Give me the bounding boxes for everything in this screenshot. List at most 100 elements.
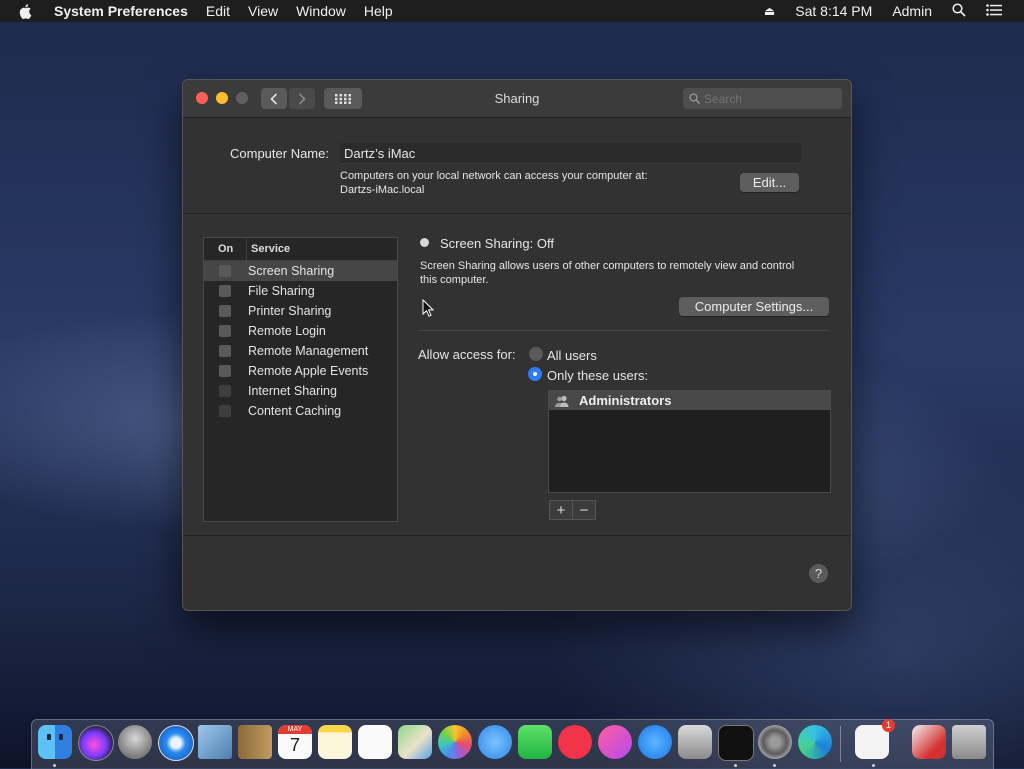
services-list-header: On Service xyxy=(204,238,397,261)
notification-center-icon[interactable] xyxy=(986,3,1002,19)
header-divider xyxy=(246,238,247,260)
service-row-remote-management[interactable]: Remote Management xyxy=(204,341,397,361)
description-line2: this computer. xyxy=(420,274,489,286)
add-user-button[interactable]: + xyxy=(549,500,573,520)
menu-window[interactable]: Window xyxy=(296,3,346,19)
service-row-internet-sharing[interactable]: Internet Sharing xyxy=(204,381,397,401)
microsoft-edge-icon[interactable] xyxy=(798,725,832,759)
service-label: Remote Management xyxy=(248,344,369,358)
search-field[interactable] xyxy=(683,88,842,109)
service-row-remote-login[interactable]: Remote Login xyxy=(204,321,397,341)
top-divider xyxy=(183,213,851,214)
system-preferences-icon[interactable] xyxy=(758,725,792,759)
notification-badge: 1 xyxy=(882,719,895,732)
header-service: Service xyxy=(251,243,291,255)
computer-name-label: Computer Name: xyxy=(230,146,329,161)
service-checkbox[interactable] xyxy=(219,405,231,417)
eject-icon[interactable]: ⏏ xyxy=(764,4,775,18)
spotlight-search-icon[interactable] xyxy=(952,2,966,20)
header-on: On xyxy=(218,243,234,255)
messages-icon[interactable] xyxy=(478,725,512,759)
dock-separator xyxy=(840,726,841,762)
user-label: Administrators xyxy=(579,393,672,408)
acrobat-icon[interactable] xyxy=(912,725,946,759)
calendar-month: MAY xyxy=(278,725,312,734)
service-label: Internet Sharing xyxy=(248,384,337,398)
remove-user-button[interactable]: − xyxy=(572,500,596,520)
maps-icon[interactable] xyxy=(398,725,432,759)
description-line1: Screen Sharing allows users of other com… xyxy=(420,260,795,272)
calendar-icon[interactable]: MAY 7 xyxy=(278,725,312,759)
search-input[interactable] xyxy=(700,91,804,106)
service-label: Content Caching xyxy=(248,404,342,418)
services-list[interactable]: On Service Screen Sharing File Sharing P… xyxy=(203,237,398,522)
service-row-file-sharing[interactable]: File Sharing xyxy=(204,281,397,301)
title-bar[interactable]: Sharing xyxy=(183,80,851,118)
trash-icon[interactable] xyxy=(952,725,986,759)
service-checkbox[interactable] xyxy=(219,285,231,297)
users-list[interactable]: Administrators xyxy=(548,390,831,493)
finder-icon[interactable] xyxy=(38,725,72,759)
reminders-icon[interactable] xyxy=(358,725,392,759)
list-item-administrators[interactable]: Administrators xyxy=(549,391,830,410)
service-row-content-caching[interactable]: Content Caching xyxy=(204,401,397,421)
help-button[interactable]: ? xyxy=(809,564,828,583)
apple-menu-icon[interactable] xyxy=(18,3,38,19)
service-row-remote-apple-events[interactable]: Remote Apple Events xyxy=(204,361,397,381)
siri-icon[interactable] xyxy=(78,725,114,761)
notes-icon[interactable] xyxy=(318,725,352,759)
running-indicator xyxy=(53,764,56,767)
service-checkbox[interactable] xyxy=(219,305,231,317)
safari-icon[interactable] xyxy=(158,725,194,761)
service-row-printer-sharing[interactable]: Printer Sharing xyxy=(204,301,397,321)
service-checkbox[interactable] xyxy=(219,385,231,397)
service-checkbox[interactable] xyxy=(219,265,231,277)
menu-bar: System Preferences Edit View Window Help… xyxy=(0,0,1024,22)
running-indicator xyxy=(773,764,776,767)
facetime-icon[interactable] xyxy=(518,725,552,759)
news-icon[interactable] xyxy=(558,725,592,759)
menu-edit[interactable]: Edit xyxy=(206,3,230,19)
edit-button[interactable]: Edit... xyxy=(740,173,799,192)
computer-name-value: Dartz’s iMac xyxy=(344,146,416,161)
disk-utility-icon[interactable] xyxy=(678,725,712,759)
user-group-icon xyxy=(555,395,569,407)
dock: MAY 7 1 xyxy=(31,719,994,769)
computer-name-field[interactable]: Dartz’s iMac xyxy=(340,143,801,164)
running-indicator xyxy=(872,764,875,767)
option-all-users-label[interactable]: All users xyxy=(547,348,597,363)
allow-access-label: Allow access for: xyxy=(418,347,516,362)
service-label: Screen Sharing xyxy=(248,264,335,278)
itunes-icon[interactable] xyxy=(598,725,632,759)
radio-all-users[interactable] xyxy=(529,347,543,361)
microsoft-remote-desktop-icon[interactable]: 1 xyxy=(855,719,895,759)
running-indicator xyxy=(734,764,737,767)
menu-help[interactable]: Help xyxy=(364,3,393,19)
sharing-window: Sharing Computer Name: Dartz’s iMac Comp… xyxy=(182,79,852,611)
search-icon xyxy=(689,93,700,104)
calendar-day: 7 xyxy=(289,735,300,755)
option-only-these-label[interactable]: Only these users: xyxy=(547,368,648,383)
service-checkbox[interactable] xyxy=(219,365,231,377)
service-checkbox[interactable] xyxy=(219,345,231,357)
terminal-icon[interactable] xyxy=(718,725,754,761)
menu-user[interactable]: Admin xyxy=(892,3,932,19)
menu-view[interactable]: View xyxy=(248,3,278,19)
service-row-screen-sharing[interactable]: Screen Sharing xyxy=(204,261,397,281)
radio-selected-dot xyxy=(533,372,537,376)
launchpad-icon[interactable] xyxy=(118,725,152,759)
bottom-divider xyxy=(183,535,851,536)
contacts-icon[interactable] xyxy=(238,725,272,759)
menu-clock[interactable]: Sat 8:14 PM xyxy=(795,3,872,19)
service-label: Remote Apple Events xyxy=(248,364,369,378)
mouse-cursor-icon xyxy=(422,299,434,317)
app-store-icon[interactable] xyxy=(638,725,672,759)
radio-only-these-users[interactable] xyxy=(528,367,542,381)
mail-icon[interactable] xyxy=(198,725,232,759)
finder-face xyxy=(59,734,63,740)
service-checkbox[interactable] xyxy=(219,325,231,337)
computer-settings-button[interactable]: Computer Settings... xyxy=(679,297,829,316)
photos-icon[interactable] xyxy=(438,725,472,759)
service-label: Remote Login xyxy=(248,324,326,338)
menu-app-name[interactable]: System Preferences xyxy=(54,3,188,19)
